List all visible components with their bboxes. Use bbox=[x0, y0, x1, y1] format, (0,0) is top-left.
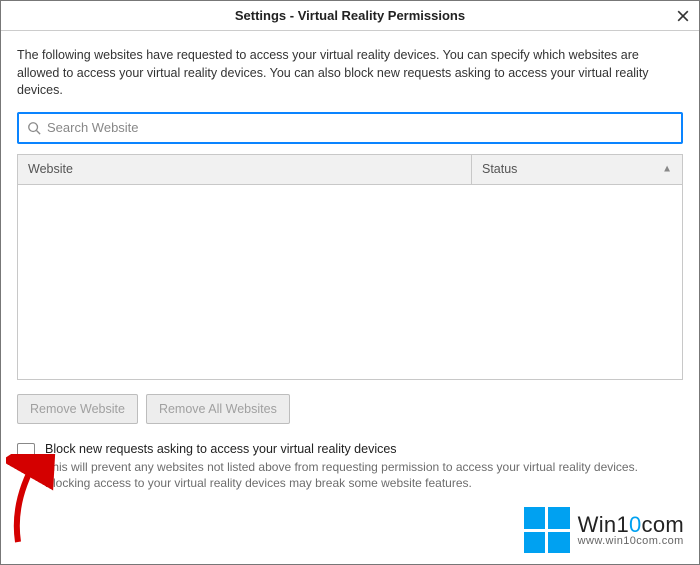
close-button[interactable] bbox=[675, 8, 691, 24]
block-option-text: Block new requests asking to access your… bbox=[45, 442, 683, 491]
table-header: Website Status ▲ bbox=[17, 154, 683, 184]
search-icon bbox=[27, 121, 41, 135]
column-status-label: Status bbox=[482, 162, 517, 176]
sort-arrow-icon: ▲ bbox=[662, 164, 672, 175]
block-requests-checkbox[interactable] bbox=[17, 443, 35, 461]
block-option-row: Block new requests asking to access your… bbox=[17, 442, 683, 491]
dialog: Settings - Virtual Reality Permissions T… bbox=[0, 0, 700, 565]
website-list bbox=[17, 184, 683, 380]
remove-website-button[interactable]: Remove Website bbox=[17, 394, 138, 424]
dialog-title: Settings - Virtual Reality Permissions bbox=[235, 8, 465, 23]
column-header-status[interactable]: Status ▲ bbox=[472, 155, 682, 184]
content-area: The following websites have requested to… bbox=[1, 31, 699, 564]
close-icon bbox=[677, 10, 689, 22]
column-header-website[interactable]: Website bbox=[18, 155, 471, 184]
buttons-row: Remove Website Remove All Websites bbox=[17, 394, 683, 424]
search-field-wrap[interactable] bbox=[17, 112, 683, 144]
block-option-label: Block new requests asking to access your… bbox=[45, 442, 683, 456]
titlebar: Settings - Virtual Reality Permissions bbox=[1, 1, 699, 31]
intro-text: The following websites have requested to… bbox=[17, 47, 683, 100]
search-input[interactable] bbox=[47, 114, 673, 142]
block-option-description: This will prevent any websites not liste… bbox=[45, 459, 683, 491]
remove-all-websites-button[interactable]: Remove All Websites bbox=[146, 394, 290, 424]
